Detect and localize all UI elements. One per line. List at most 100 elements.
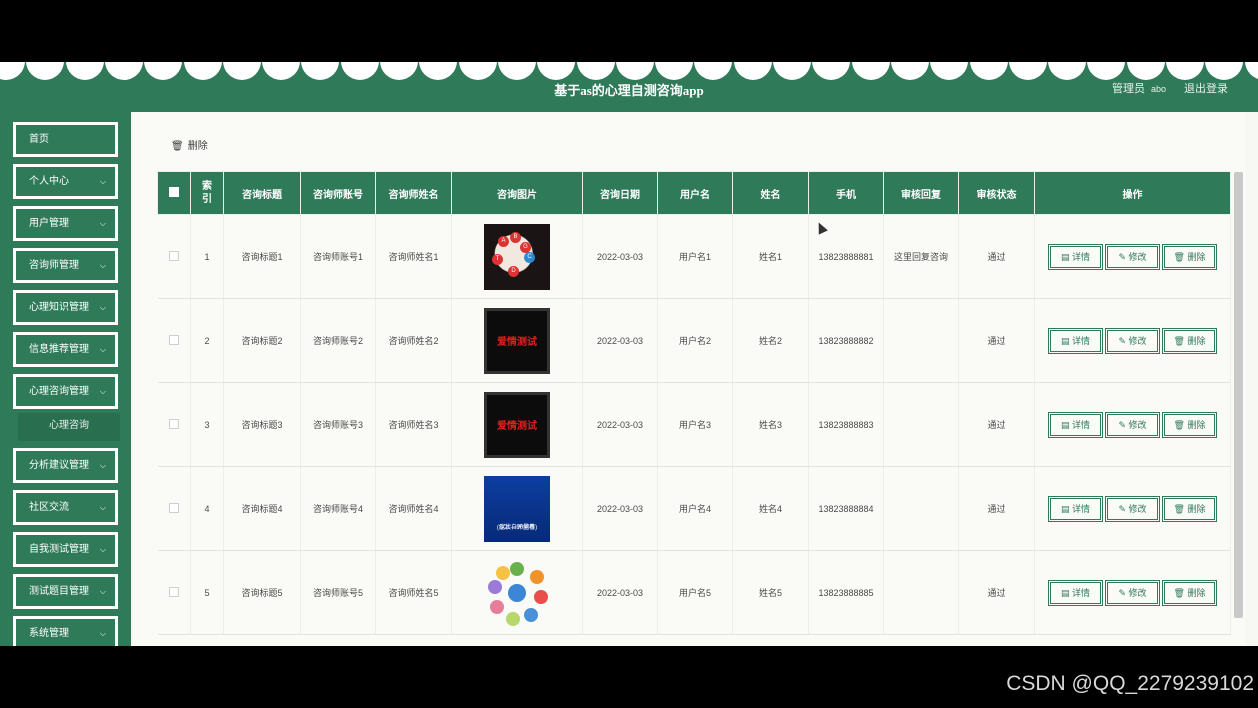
header-user-area: 管理员 abo 退出登录 bbox=[1112, 80, 1228, 96]
csdn-watermark: CSDN @QQ_2279239102 bbox=[1006, 672, 1254, 695]
sidebar-item-label: 首页 bbox=[29, 134, 49, 145]
cell-status: 通过 bbox=[958, 382, 1035, 467]
edit-icon: ✎ bbox=[1118, 251, 1129, 262]
sidebar-item[interactable]: 测试题目管理 ⌵ bbox=[13, 574, 118, 609]
cell-actions: ▤ 详情 ✎ 修改 🗑 删除 bbox=[1034, 298, 1231, 383]
row-select-cell[interactable] bbox=[157, 550, 191, 635]
select-all-checkbox[interactable] bbox=[169, 186, 179, 197]
row-select-cell[interactable] bbox=[157, 298, 191, 383]
table-row: 1 咨询标题1 咨询师账号1 咨询师姓名1 A B T C D G 2022-03-03 用户名1 姓名… bbox=[157, 214, 1231, 299]
detail-button[interactable]: ▤ 详情 bbox=[1048, 495, 1103, 522]
delete-label: 删除 bbox=[1187, 419, 1206, 430]
cell-date: 2022-03-03 bbox=[582, 550, 658, 635]
detail-button[interactable]: ▤ 详情 bbox=[1048, 579, 1103, 606]
chevron-down-icon: ⌵ bbox=[99, 387, 106, 396]
scallop-shape bbox=[615, 62, 654, 80]
detail-icon: ▤ bbox=[1060, 587, 1072, 598]
delete-button[interactable]: 🗑 删除 bbox=[1162, 243, 1217, 270]
cell-image: ABTCDG bbox=[451, 214, 583, 299]
sidebar-item[interactable]: 系统管理 ⌵ bbox=[13, 616, 118, 646]
scallop-shape bbox=[694, 62, 733, 80]
edit-button[interactable]: ✎ 修改 bbox=[1105, 579, 1160, 606]
scallop-shape bbox=[1048, 62, 1087, 80]
delete-button[interactable]: 🗑 删除 bbox=[1162, 411, 1217, 438]
edit-button[interactable]: ✎ 修改 bbox=[1105, 243, 1160, 270]
app-window: 基于as的心理自测咨询app 管理员 abo 退出登录 首页 个人中心 ⌵ 用户管理 ⌵ 咨… bbox=[0, 62, 1258, 646]
row-select-cell[interactable] bbox=[157, 382, 191, 467]
cell-realname: 姓名3 bbox=[732, 382, 809, 467]
detail-label: 详情 bbox=[1072, 335, 1091, 346]
trash-icon: 🗑 bbox=[1173, 587, 1188, 598]
scallop-shape bbox=[890, 62, 929, 80]
batch-delete-button[interactable]: 🗑 删除 bbox=[171, 137, 208, 152]
delete-button[interactable]: 🗑 删除 bbox=[1162, 579, 1217, 606]
detail-button[interactable]: ▤ 详情 bbox=[1048, 327, 1103, 354]
chevron-down-icon: ⌵ bbox=[99, 587, 106, 596]
cell-status: 通过 bbox=[958, 550, 1035, 635]
sidebar-item[interactable]: 社区交流 ⌵ bbox=[13, 490, 118, 525]
sidebar-item[interactable]: 首页 bbox=[13, 122, 118, 157]
cell-account: 咨询师账号3 bbox=[300, 382, 376, 467]
sidebar-item[interactable]: 用户管理 ⌵ bbox=[13, 206, 118, 241]
row-select-cell[interactable] bbox=[157, 214, 191, 299]
edit-label: 修改 bbox=[1128, 251, 1147, 262]
scallop-shape bbox=[851, 62, 890, 80]
cell-title: 咨询标题1 bbox=[223, 214, 301, 299]
sidebar-item[interactable]: 咨询师管理 ⌵ bbox=[13, 248, 118, 283]
cell-account: 咨询师账号5 bbox=[300, 550, 376, 635]
submenu-item-consultation[interactable]: 心理咨询 bbox=[18, 413, 120, 441]
row-checkbox[interactable] bbox=[168, 502, 179, 513]
row-checkbox[interactable] bbox=[168, 586, 179, 597]
table-header-row: 索引 咨询标题 咨询师账号 咨询师姓名 咨询图片 咨询日期 用户名 姓名 手机 … bbox=[157, 171, 1231, 215]
delete-label: 删除 bbox=[1187, 587, 1206, 598]
delete-button[interactable]: 🗑 删除 bbox=[1162, 495, 1217, 522]
vertical-scrollbar[interactable] bbox=[1234, 172, 1243, 618]
table-row: 4 咨询标题4 咨询师账号4 咨询师姓名4 症状自评量表 (SCL—90问卷) 2022-0… bbox=[157, 466, 1231, 551]
delete-button[interactable]: 🗑 删除 bbox=[1162, 327, 1217, 354]
trash-icon: 🗑 bbox=[1173, 503, 1188, 514]
scallop-shape bbox=[65, 62, 104, 80]
edit-button[interactable]: ✎ 修改 bbox=[1105, 327, 1160, 354]
cell-title: 咨询标题4 bbox=[223, 466, 301, 551]
cell-reply bbox=[883, 382, 959, 467]
logout-link[interactable]: 退出登录 bbox=[1184, 80, 1228, 96]
cell-title: 咨询标题5 bbox=[223, 550, 301, 635]
app-title: 基于as的心理自测咨询app bbox=[554, 83, 704, 98]
sidebar-item-label: 自我测试管理 bbox=[29, 544, 89, 555]
row-checkbox[interactable] bbox=[168, 250, 179, 261]
chevron-down-icon: ⌵ bbox=[99, 261, 106, 270]
scallop-shape bbox=[419, 62, 458, 80]
cell-image: 爱情测试 bbox=[451, 382, 583, 467]
select-all-header[interactable] bbox=[157, 171, 191, 215]
scallop-shape bbox=[26, 62, 65, 80]
sidebar-item[interactable]: 个人中心 ⌵ bbox=[13, 164, 118, 199]
scallop-shape bbox=[104, 62, 143, 80]
detail-icon: ▤ bbox=[1060, 251, 1072, 262]
sidebar-item-label: 信息推荐管理 bbox=[29, 344, 89, 355]
row-checkbox[interactable] bbox=[168, 334, 179, 345]
table-row: 3 咨询标题3 咨询师账号3 咨询师姓名3 爱情测试 2022-03-03 用户名3 姓名3 1… bbox=[157, 382, 1231, 467]
scallop-shape bbox=[1244, 62, 1258, 80]
col-title: 咨询标题 bbox=[223, 171, 301, 215]
edit-button[interactable]: ✎ 修改 bbox=[1105, 411, 1160, 438]
scallop-shape bbox=[1126, 62, 1165, 80]
cell-username: 用户名5 bbox=[657, 550, 733, 635]
cell-date: 2022-03-03 bbox=[582, 298, 658, 383]
sidebar-item[interactable]: 自我测试管理 ⌵ bbox=[13, 532, 118, 567]
trash-icon: 🗑 bbox=[171, 141, 184, 152]
chevron-down-icon: ⌵ bbox=[99, 303, 106, 312]
row-select-cell[interactable] bbox=[157, 466, 191, 551]
sidebar-item[interactable]: 心理咨询管理 ⌵ bbox=[13, 374, 118, 409]
cell-index: 1 bbox=[190, 214, 224, 299]
sidebar-item[interactable]: 分析建议管理 ⌵ bbox=[13, 448, 118, 483]
row-checkbox[interactable] bbox=[168, 418, 179, 429]
edit-icon: ✎ bbox=[1118, 503, 1129, 514]
consult-image: 爱情测试 bbox=[484, 307, 550, 374]
sidebar-item[interactable]: 信息推荐管理 ⌵ bbox=[13, 332, 118, 367]
edit-button[interactable]: ✎ 修改 bbox=[1105, 495, 1160, 522]
detail-button[interactable]: ▤ 详情 bbox=[1048, 411, 1103, 438]
sidebar-item[interactable]: 心理知识管理 ⌵ bbox=[13, 290, 118, 325]
sidebar-item-label: 用户管理 bbox=[29, 218, 69, 229]
detail-button[interactable]: ▤ 详情 bbox=[1048, 243, 1103, 270]
scallop-shape bbox=[655, 62, 694, 80]
